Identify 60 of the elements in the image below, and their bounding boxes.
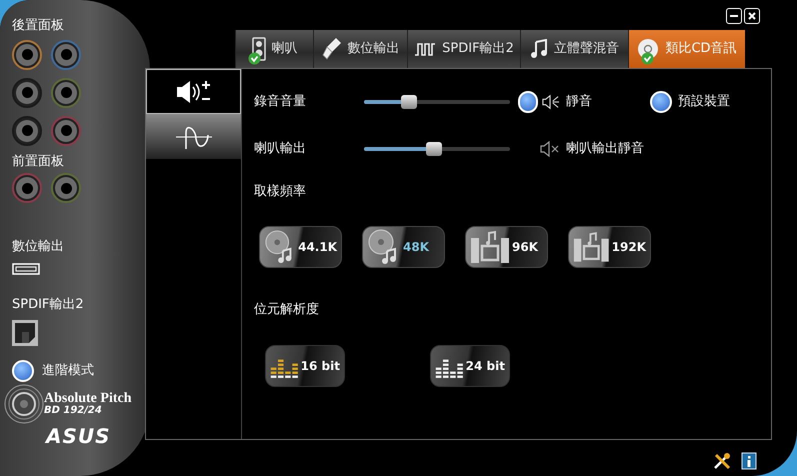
volume-slider[interactable] [364, 142, 510, 156]
audio-jack[interactable] [51, 40, 81, 70]
device-tab[interactable]: 數位輸出 [313, 30, 407, 68]
minimize-button[interactable] [726, 8, 742, 24]
device-tab[interactable]: 立體聲混音 [520, 30, 628, 68]
audio-jack[interactable] [51, 78, 81, 108]
close-icon [748, 12, 756, 20]
panel-tab[interactable] [146, 69, 241, 114]
default-device-label: 預設裝置 [678, 93, 730, 112]
tools-icon[interactable] [713, 452, 731, 470]
section-label: 位元解析度 [254, 300, 320, 318]
hdmi-port-icon [12, 262, 40, 274]
speaker-logo-icon [4, 384, 44, 424]
volume-label: 錄音音量 [254, 93, 307, 112]
default-device-radio[interactable] [650, 91, 672, 113]
sample-rate-button[interactable]: 44.1K [259, 226, 342, 268]
sample-rate-button[interactable]: 192K [568, 226, 651, 268]
volume-label: 喇叭輸出 [254, 140, 307, 158]
panel-tab[interactable] [146, 114, 241, 159]
mode-toggle[interactable] [12, 360, 34, 382]
sample-rate-button[interactable]: 48K [362, 226, 445, 268]
panel-label: 後置面板 [12, 17, 65, 35]
speaker-icon [252, 37, 266, 61]
device-tab[interactable]: 喇叭 [235, 30, 313, 68]
speaker-icon[interactable] [542, 94, 560, 110]
speaker-muted-icon[interactable] [540, 141, 560, 157]
volume-slider[interactable] [364, 95, 510, 109]
device-tab[interactable]: 類比CD音訊 [628, 30, 745, 68]
close-button[interactable] [744, 8, 760, 24]
bit-depth-button[interactable]: 24 bit [430, 345, 510, 387]
audio-jack[interactable] [51, 116, 81, 146]
panel-label: 前置面板 [12, 152, 65, 170]
audio-jack[interactable] [12, 78, 42, 108]
mute-label: 靜音 [566, 93, 593, 112]
mute-label: 喇叭輸出靜音 [566, 140, 645, 158]
record-indicator[interactable] [518, 91, 538, 113]
device-tab[interactable]: SPDIF輸出2 [407, 30, 520, 68]
minimize-icon [730, 15, 738, 17]
audio-jack[interactable] [12, 173, 42, 203]
output-label: 數位輸出 [12, 238, 65, 256]
slider-thumb[interactable] [401, 95, 418, 109]
mode-label: 進階模式 [42, 362, 94, 380]
slider-thumb[interactable] [426, 142, 442, 156]
music-note-icon [530, 39, 548, 59]
brand-logo: ASUS [46, 426, 112, 446]
audio-jack[interactable] [12, 116, 42, 146]
speakers-stereo-icon [470, 230, 510, 264]
info-icon[interactable] [741, 452, 757, 470]
audio-jack[interactable] [51, 173, 81, 203]
volume-adjust-icon [174, 78, 212, 104]
output-label: SPDIF輸出2 [12, 296, 85, 314]
sample-rate-button[interactable]: 96K [465, 226, 548, 268]
section-label: 取樣頻率 [254, 183, 307, 201]
logo-subtitle: BD 192/24 [44, 406, 103, 416]
logo-title: Absolute Pitch [44, 392, 132, 406]
audio-jack[interactable] [12, 40, 42, 70]
speakers-stereo-icon [573, 230, 610, 264]
optical-port-icon [12, 320, 38, 346]
pulse-wave-icon [414, 42, 436, 56]
bit-depth-button[interactable]: 16 bit [265, 345, 345, 387]
